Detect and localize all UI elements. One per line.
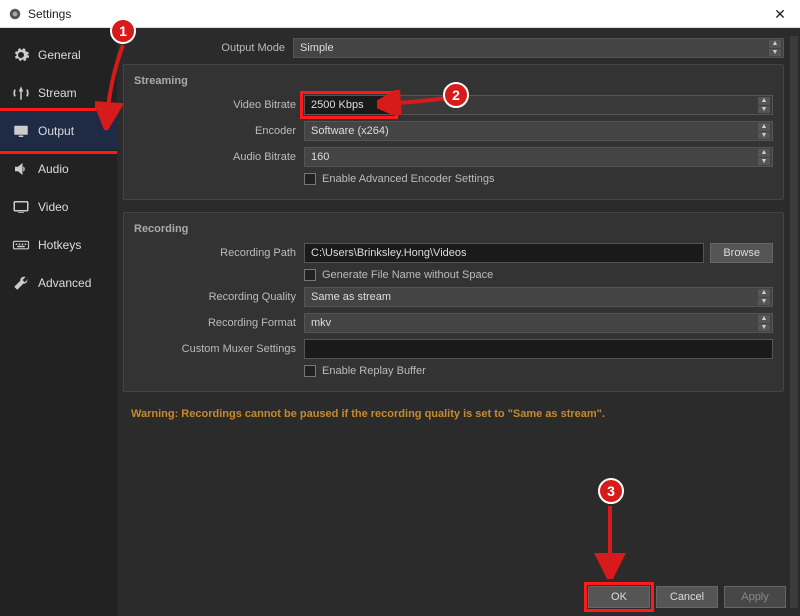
sidebar-item-label: Output: [38, 124, 74, 138]
warning-text: Warning: Recordings cannot be paused if …: [123, 404, 784, 424]
sidebar-item-label: Audio: [38, 162, 69, 176]
gear-icon: [12, 46, 30, 64]
sidebar-item-label: Hotkeys: [38, 238, 81, 252]
muxer-row: Custom Muxer Settings: [134, 339, 773, 359]
recording-quality-select[interactable]: Same as stream ▲▼: [304, 287, 773, 307]
sidebar-item-label: Stream: [38, 86, 77, 100]
recording-path-input[interactable]: C:\Users\Brinksley.Hong\Videos: [304, 243, 704, 263]
annotation-badge-3: 3: [598, 478, 624, 504]
spinner-icon: ▲▼: [758, 149, 770, 165]
audio-bitrate-row: Audio Bitrate 160 ▲▼: [134, 147, 773, 167]
video-bitrate-label: Video Bitrate: [134, 99, 304, 111]
output-settings-panel: Output Mode Simple ▲▼ Streaming Video Bi…: [117, 28, 800, 616]
advanced-encoder-checkbox[interactable]: Enable Advanced Encoder Settings: [304, 173, 773, 185]
output-mode-row: Output Mode Simple ▲▼: [123, 38, 784, 58]
keyboard-icon: [12, 236, 30, 254]
encoder-row: Encoder Software (x264) ▲▼: [134, 121, 773, 141]
spinner-icon: ▲▼: [758, 315, 770, 331]
video-bitrate-value: 2500 Kbps: [311, 99, 364, 111]
annotation-arrow-3: [590, 504, 630, 579]
recording-format-value: mkv: [311, 317, 331, 329]
sidebar-item-label: Video: [38, 200, 68, 214]
advanced-encoder-row: Enable Advanced Encoder Settings: [134, 173, 773, 185]
audio-bitrate-value: 160: [311, 151, 329, 163]
recording-legend: Recording: [134, 223, 773, 235]
filename-space-row: Generate File Name without Space: [134, 269, 773, 281]
annotation-badge-2: 2: [443, 82, 469, 108]
recording-format-row: Recording Format mkv ▲▼: [134, 313, 773, 333]
annotation-badge-1: 1: [110, 18, 136, 44]
sidebar-item-label: General: [38, 48, 81, 62]
advanced-encoder-label: Enable Advanced Encoder Settings: [322, 173, 494, 185]
audio-bitrate-label: Audio Bitrate: [134, 151, 304, 163]
sidebar-item-video[interactable]: Video: [0, 188, 117, 226]
filename-space-label: Generate File Name without Space: [322, 269, 493, 281]
sidebar-item-advanced[interactable]: Advanced: [0, 264, 117, 302]
output-mode-label: Output Mode: [123, 42, 293, 54]
filename-space-checkbox[interactable]: Generate File Name without Space: [304, 269, 773, 281]
output-mode-value: Simple: [300, 42, 334, 54]
recording-path-row: Recording Path C:\Users\Brinksley.Hong\V…: [134, 243, 773, 263]
sidebar-item-audio[interactable]: Audio: [0, 150, 117, 188]
spinner-icon: ▲▼: [758, 123, 770, 139]
audio-bitrate-select[interactable]: 160 ▲▼: [304, 147, 773, 167]
encoder-select[interactable]: Software (x264) ▲▼: [304, 121, 773, 141]
sidebar-item-label: Advanced: [38, 276, 91, 290]
spinner-icon: ▲▼: [758, 97, 770, 113]
spinner-icon: ▲▼: [758, 289, 770, 305]
replay-buffer-label: Enable Replay Buffer: [322, 365, 426, 377]
annotation-arrow-1: [95, 40, 135, 130]
settings-window: Settings ✕ General Stream Output Audio: [0, 0, 800, 616]
monitor-icon: [12, 122, 30, 140]
checkbox-icon: [304, 269, 316, 281]
muxer-input[interactable]: [304, 339, 773, 359]
cancel-button[interactable]: Cancel: [656, 586, 718, 608]
sidebar-item-hotkeys[interactable]: Hotkeys: [0, 226, 117, 264]
replay-buffer-checkbox[interactable]: Enable Replay Buffer: [304, 365, 773, 377]
muxer-label: Custom Muxer Settings: [134, 343, 304, 355]
replay-buffer-row: Enable Replay Buffer: [134, 365, 773, 377]
dialog-footer: OK Cancel Apply: [588, 586, 786, 608]
body: General Stream Output Audio Video Hotkey…: [0, 28, 800, 616]
scrollbar[interactable]: [790, 36, 798, 608]
recording-format-select[interactable]: mkv ▲▼: [304, 313, 773, 333]
recording-path-value: C:\Users\Brinksley.Hong\Videos: [311, 247, 467, 259]
spinner-icon: ▲▼: [769, 40, 781, 56]
display-icon: [12, 198, 30, 216]
recording-format-label: Recording Format: [134, 317, 304, 329]
tools-icon: [12, 274, 30, 292]
encoder-label: Encoder: [134, 125, 304, 137]
recording-quality-label: Recording Quality: [134, 291, 304, 303]
browse-button[interactable]: Browse: [710, 243, 773, 263]
window-title: Settings: [28, 7, 71, 21]
checkbox-icon: [304, 173, 316, 185]
app-icon: [8, 7, 22, 21]
encoder-value: Software (x264): [311, 125, 389, 137]
apply-button[interactable]: Apply: [724, 586, 786, 608]
recording-path-label: Recording Path: [134, 247, 304, 259]
window-close-button[interactable]: ✕: [760, 0, 800, 28]
recording-quality-row: Recording Quality Same as stream ▲▼: [134, 287, 773, 307]
recording-quality-value: Same as stream: [311, 291, 391, 303]
recording-group: Recording Recording Path C:\Users\Brinks…: [123, 212, 784, 392]
checkbox-icon: [304, 365, 316, 377]
output-mode-select[interactable]: Simple ▲▼: [293, 38, 784, 58]
ok-button[interactable]: OK: [588, 586, 650, 608]
antenna-icon: [12, 84, 30, 102]
speaker-icon: [12, 160, 30, 178]
